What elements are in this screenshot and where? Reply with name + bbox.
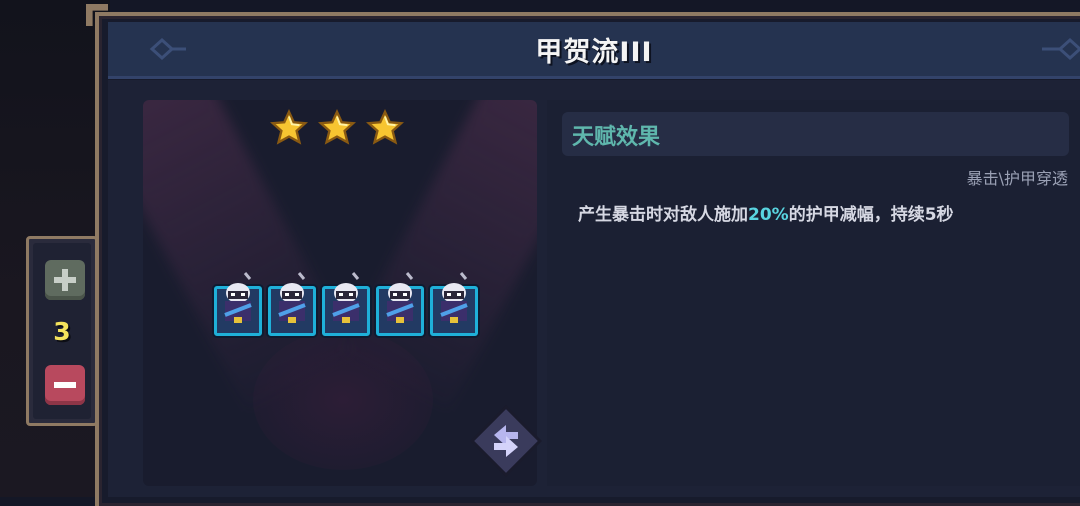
talent-header: 天赋效果	[562, 112, 1069, 156]
minus-icon	[54, 382, 76, 388]
talent-desc-highlight: 20%	[748, 205, 789, 225]
count-stepper-inner: 3	[33, 243, 91, 419]
ninja-unit-icon	[440, 272, 468, 323]
minus-button[interactable]	[45, 365, 85, 405]
ninja-unit-icon	[332, 272, 360, 323]
count-stepper-panel: 3	[26, 236, 98, 426]
stage-glow	[253, 330, 433, 470]
page-title: 甲贺流III	[535, 37, 653, 68]
unit-row	[214, 272, 478, 336]
ninja-unit-slot[interactable]	[268, 272, 316, 336]
plus-icon	[54, 269, 76, 291]
ninja-unit-icon	[386, 272, 414, 323]
plus-button[interactable]	[45, 260, 85, 300]
talent-tag: 暴击\护甲穿透	[966, 169, 1068, 188]
ninja-unit-icon	[278, 272, 306, 323]
swap-icon[interactable]	[470, 405, 542, 477]
star-icon	[366, 109, 404, 145]
ninja-unit-slot[interactable]	[376, 272, 424, 336]
talent-description: 产生暴击时对敌人施加20%的护甲减幅，持续5秒	[578, 200, 954, 225]
ninja-unit-icon	[224, 272, 252, 323]
star-icon	[318, 109, 356, 145]
star-rating	[270, 109, 410, 149]
star-icon	[270, 109, 308, 145]
count-value: 3	[53, 317, 71, 346]
ninja-unit-slot[interactable]	[214, 272, 262, 336]
title-bar: 甲贺流III	[108, 22, 1080, 79]
talent-desc-after: 的护甲减幅，持续5秒	[788, 205, 954, 225]
talent-desc-before: 产生暴击时对敌人施加	[578, 205, 748, 225]
ninja-unit-slot[interactable]	[430, 272, 478, 336]
talent-heading: 天赋效果	[572, 125, 661, 150]
talent-panel	[547, 100, 1080, 486]
title-ornament-right-icon	[1042, 37, 1080, 61]
ninja-unit-slot[interactable]	[322, 272, 370, 336]
